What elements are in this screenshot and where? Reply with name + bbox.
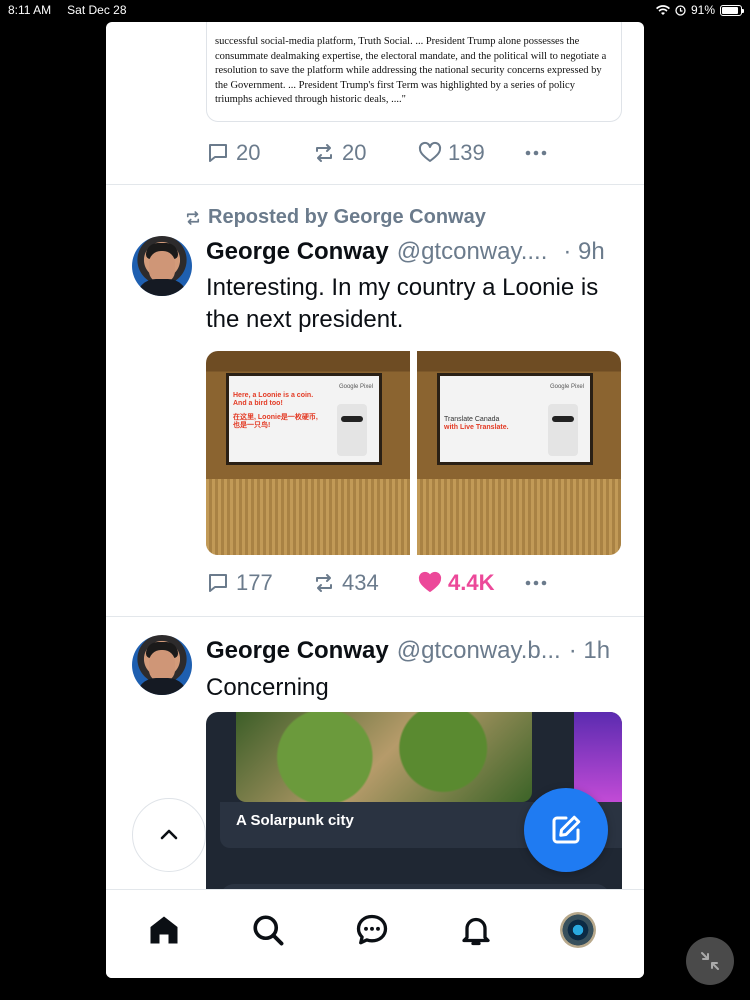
image-brand-text: Google Pixel: [549, 384, 584, 390]
phone-graphic: [337, 404, 367, 456]
repost-button[interactable]: 434: [312, 570, 379, 596]
chat-icon: [356, 914, 388, 945]
status-date: Sat Dec 28: [67, 3, 127, 17]
search-icon: [253, 915, 284, 946]
repost-arrows-icon: [186, 210, 200, 225]
alarm-icon: [675, 4, 686, 16]
post-time: · 1h: [568, 637, 611, 664]
like-button[interactable]: 4.4K: [418, 570, 494, 596]
repost-button[interactable]: 20: [312, 140, 366, 166]
quoted-post-card[interactable]: successful social-media platform, Truth …: [206, 22, 622, 122]
repost-count: 434: [342, 570, 379, 595]
repost-count: 20: [342, 140, 367, 165]
wifi-icon: [655, 4, 670, 15]
post-image-right[interactable]: Google Pixel Translate Canada with Live …: [417, 351, 621, 555]
bell-icon: [462, 917, 490, 946]
repost-arrows-icon: [316, 144, 332, 162]
image-floor: [417, 479, 621, 555]
ellipsis-icon: [525, 150, 547, 156]
collapse-arrows-icon: [701, 952, 719, 970]
compose-button[interactable]: [524, 788, 608, 872]
more-button[interactable]: [524, 571, 548, 595]
bottom-tab-bar: [106, 889, 644, 978]
tab-home[interactable]: [144, 910, 184, 950]
image-caption: Here, a Loonie is a coin. And a bird too…: [233, 392, 321, 430]
like-count: 4.4K: [448, 570, 495, 595]
phone-graphic: [548, 404, 578, 456]
battery-icon: [720, 4, 744, 16]
scroll-to-top-button[interactable]: [132, 798, 206, 872]
status-time: 8:11 AM: [8, 3, 52, 17]
like-button[interactable]: 139: [418, 140, 485, 166]
image-caption: Translate Canada with Live Translate.: [444, 416, 532, 432]
repost-arrows-icon: [316, 574, 332, 592]
author-handle[interactable]: @gtconway.b...: [397, 637, 561, 665]
image-caption-line: 在这里, Loonie是一枚硬币,: [233, 414, 318, 421]
avatar-suit: [136, 678, 188, 695]
feed-app: successful social-media platform, Truth …: [106, 22, 644, 978]
tab-chat[interactable]: [352, 910, 392, 950]
like-count: 139: [448, 140, 485, 165]
battery-level: [722, 6, 739, 14]
image-billboard: Google Pixel Translate Canada with Live …: [437, 373, 593, 465]
image-caption-line: with Live Translate.: [444, 424, 509, 431]
heart-icon: [418, 571, 442, 592]
image-caption-line: Translate Canada: [444, 416, 500, 423]
post-time: · 9h: [563, 238, 605, 265]
post2-header: George Conway @gtconway.... · 9h: [206, 238, 605, 266]
quoted-post-text: successful social-media platform, Truth …: [215, 36, 607, 105]
battery-percent: 91%: [690, 3, 715, 17]
reply-count: 177: [236, 570, 273, 595]
image-floor: [206, 479, 410, 555]
image-caption-line: 也是一只鸟!: [233, 422, 271, 429]
post-text: Interesting. In my country a Loonie is t…: [206, 274, 599, 333]
status-bar: 8:11 AM Sat Dec 28 91%: [0, 0, 750, 20]
image-caption-line: Here, a Loonie is a coin.: [233, 392, 314, 399]
status-right: 91%: [655, 3, 744, 17]
exit-fullscreen-button[interactable]: [686, 937, 734, 985]
solarpunk-image: [236, 712, 532, 802]
tab-notifications[interactable]: [456, 910, 496, 950]
post-divider: [106, 616, 644, 617]
post-text: Concerning: [206, 674, 329, 701]
compose-icon: [552, 815, 581, 844]
reply-count: 20: [236, 140, 261, 165]
author-name[interactable]: George Conway: [206, 637, 389, 665]
home-icon: [150, 916, 178, 944]
author-name[interactable]: George Conway: [206, 238, 389, 266]
tab-profile-avatar[interactable]: [560, 912, 596, 948]
chevron-up-icon: [160, 829, 178, 840]
media-card-label: A Solarpunk city: [236, 812, 354, 829]
tab-search[interactable]: [248, 910, 288, 950]
avatar[interactable]: [132, 635, 192, 695]
post-image-left[interactable]: Google Pixel Here, a Loonie is a coin. A…: [206, 351, 410, 555]
reply-button[interactable]: 177: [206, 570, 273, 596]
post-divider: [106, 184, 644, 185]
heart-icon: [418, 141, 442, 162]
side-card-image: [574, 712, 622, 802]
image-brand-text: Google Pixel: [338, 384, 373, 390]
ellipsis-icon: [525, 580, 547, 586]
speech-bubble-icon: [209, 574, 227, 592]
speech-bubble-icon: [209, 144, 227, 162]
image-caption-line: And a bird too!: [233, 400, 283, 407]
more-button[interactable]: [524, 141, 548, 165]
avatar[interactable]: [132, 236, 192, 296]
avatar-suit: [136, 279, 188, 296]
author-handle[interactable]: @gtconway....: [397, 238, 548, 266]
repost-label: Reposted by George Conway: [208, 206, 486, 228]
repost-indicator[interactable]: Reposted by George Conway: [184, 206, 486, 229]
image-billboard: Google Pixel Here, a Loonie is a coin. A…: [226, 373, 382, 465]
reply-button[interactable]: 20: [206, 140, 260, 166]
post3-header: George Conway @gtconway.b... · 1h: [206, 637, 610, 665]
post1-actions: 20 20 139: [206, 138, 626, 168]
post2-actions: 177 434 4.4K: [206, 568, 626, 598]
